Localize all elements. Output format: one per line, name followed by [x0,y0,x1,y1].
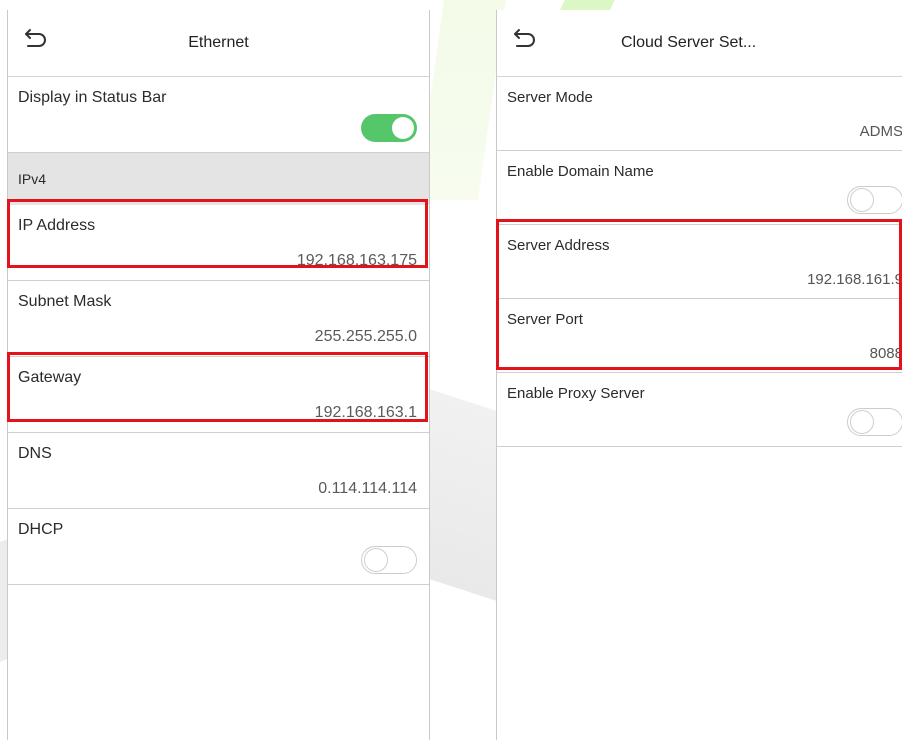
toggle-knob [392,117,414,139]
server-port-row[interactable]: Server Port 8088 [497,299,902,373]
toggle-knob [850,410,874,434]
toggle-knob [850,188,874,212]
enable-domain-toggle[interactable] [847,186,902,214]
page-title: Cloud Server Set... [621,34,757,51]
cloud-server-screen: Cloud Server Set... Server Mode ADMS Ena… [496,10,902,740]
toggle-knob [364,548,388,572]
ethernet-screen: Ethernet Display in Status Bar IPv4 IP A… [7,10,430,740]
enable-domain-row[interactable]: Enable Domain Name [497,151,902,225]
subnet-mask-label: Subnet Mask [18,293,112,310]
enable-proxy-label: Enable Proxy Server [507,385,645,402]
gateway-row[interactable]: Gateway 192.168.163.1 [8,357,429,433]
cloud-server-header: Cloud Server Set... [497,10,902,77]
ethernet-header: Ethernet [8,10,429,77]
watermark-shape [430,389,496,601]
gateway-value: 192.168.163.1 [314,404,417,421]
enable-domain-label: Enable Domain Name [507,163,654,180]
gateway-label: Gateway [18,369,82,386]
ip-address-value: 192.168.163.175 [296,252,417,269]
ip-address-row[interactable]: IP Address 192.168.163.175 [8,205,429,281]
server-port-value: 8088 [869,345,902,362]
server-port-label: Server Port [507,311,583,328]
display-status-bar-toggle[interactable] [361,114,417,142]
dns-row[interactable]: DNS 0.114.114.114 [8,433,429,509]
subnet-mask-row[interactable]: Subnet Mask 255.255.255.0 [8,281,429,357]
server-mode-value: ADMS [859,123,902,140]
server-address-row[interactable]: Server Address 192.168.161.9 [497,225,902,299]
subnet-mask-value: 255.255.255.0 [314,328,417,345]
display-status-bar-row[interactable]: Display in Status Bar [8,77,429,153]
ipv4-section-label: IPv4 [18,171,47,187]
server-address-value: 192.168.161.9 [807,271,902,288]
ipv4-section-header: IPv4 [8,153,429,205]
display-status-bar-label: Display in Status Bar [18,89,167,106]
server-address-label: Server Address [507,237,610,254]
server-mode-label: Server Mode [507,89,593,106]
page-title: Ethernet [188,34,249,51]
back-arrow-icon[interactable] [511,26,539,50]
dhcp-row[interactable]: DHCP [8,509,429,585]
server-mode-row[interactable]: Server Mode ADMS [497,77,902,151]
dhcp-label: DHCP [18,521,64,538]
enable-proxy-toggle[interactable] [847,408,902,436]
dhcp-toggle[interactable] [361,546,417,574]
dns-label: DNS [18,445,52,462]
ip-address-label: IP Address [18,217,96,234]
enable-proxy-row[interactable]: Enable Proxy Server [497,373,902,447]
dns-value: 0.114.114.114 [318,480,417,497]
